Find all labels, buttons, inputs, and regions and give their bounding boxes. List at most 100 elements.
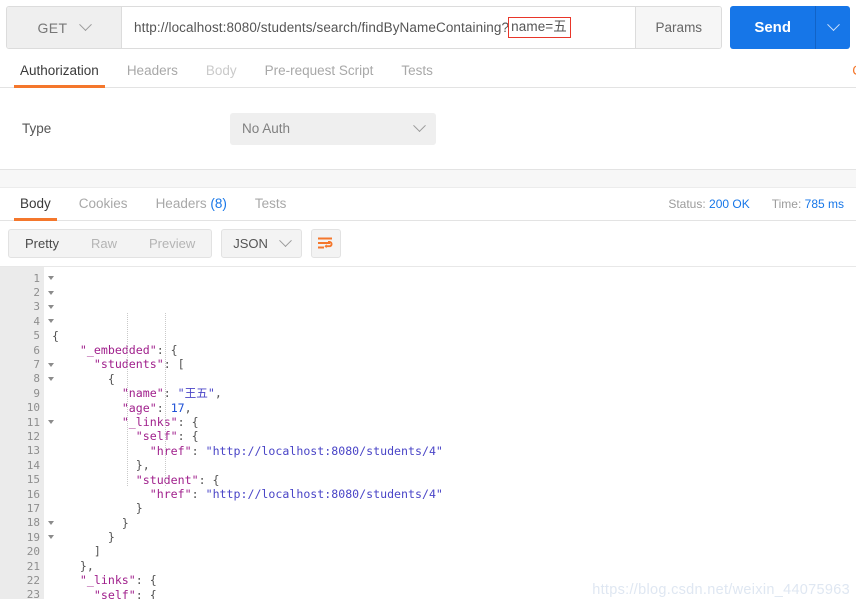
json-token-key: "_links" xyxy=(121,414,178,429)
request-tab-headers[interactable]: Headers xyxy=(113,63,192,87)
view-mode-raw[interactable]: Raw xyxy=(75,230,133,257)
line-number: 1 xyxy=(33,271,40,285)
line-number: 16 xyxy=(26,487,40,501)
indent-guide xyxy=(127,313,128,486)
url-text-prefix: http://localhost:8080/students/search/fi… xyxy=(134,20,510,35)
request-bar: GET http://localhost:8080/students/searc… xyxy=(0,0,856,55)
code-line: "self": { xyxy=(52,588,856,599)
json-token-punct: { xyxy=(52,371,115,386)
tab-label: Headers xyxy=(126,63,178,78)
view-mode-group: Pretty Raw Preview xyxy=(8,228,213,258)
gutter-line: 3 xyxy=(0,300,54,314)
tab-label: Pre-request Script xyxy=(264,63,374,78)
json-token-punct: : xyxy=(191,443,206,458)
code-link[interactable]: C xyxy=(852,63,856,78)
code-line: { xyxy=(52,329,856,343)
response-body-viewer[interactable]: 1 2 3 4 5 6 7 8 9 10 11 12 13 14 15 16 17 18 19 20 21 22 23 { … xyxy=(0,266,856,599)
request-tab-authorization[interactable]: Authorization xyxy=(6,63,113,88)
line-number: 7 xyxy=(33,358,40,372)
response-tabs: Body Cookies Headers (8) Tests Status: 200 … xyxy=(0,188,856,221)
line-number: 15 xyxy=(26,473,40,487)
request-tab-body[interactable]: Body xyxy=(192,63,251,87)
gutter-line: 2 xyxy=(0,285,54,299)
json-token-punct xyxy=(52,401,122,415)
line-number: 4 xyxy=(33,314,40,328)
request-tab-tests[interactable]: Tests xyxy=(387,63,447,87)
json-token-punct: : xyxy=(191,486,206,501)
json-token-key: "self" xyxy=(135,429,178,444)
code-line: } xyxy=(52,530,856,544)
url-input[interactable]: http://localhost:8080/students/search/fi… xyxy=(122,7,636,48)
gutter-line: 20 xyxy=(0,544,44,558)
view-mode-preview[interactable]: Preview xyxy=(133,230,211,257)
json-token-key: "href" xyxy=(149,443,192,458)
json-token-punct: : xyxy=(156,400,171,415)
response-tab-body[interactable]: Body xyxy=(6,196,65,221)
gutter-line: 10 xyxy=(0,401,44,415)
json-token-punct: : { xyxy=(177,414,199,429)
auth-type-value: No Auth xyxy=(242,121,291,136)
body-format-select[interactable]: JSON xyxy=(221,228,302,258)
status-label: Status: xyxy=(668,197,706,211)
json-token-punct xyxy=(52,357,94,371)
json-token-key: "students" xyxy=(93,357,164,372)
json-token-key: "self" xyxy=(93,587,136,599)
json-token-punct xyxy=(52,588,94,599)
url-query-highlight: name=五 xyxy=(508,16,571,39)
http-method-selector[interactable]: GET xyxy=(7,7,122,48)
json-token-punct: }, xyxy=(52,458,150,473)
tab-label: Body xyxy=(205,63,237,78)
response-tab-headers[interactable]: Headers (8) xyxy=(142,196,241,220)
json-token-punct: } xyxy=(52,515,129,530)
json-token-punct xyxy=(52,473,136,487)
gutter-line: 6 xyxy=(0,343,44,357)
line-number: 14 xyxy=(26,458,40,472)
line-number: 5 xyxy=(33,329,40,343)
json-token-punct: , xyxy=(214,386,222,401)
tab-label: Headers xyxy=(155,196,207,211)
json-token-punct xyxy=(52,343,80,357)
params-button[interactable]: Params xyxy=(635,7,722,48)
json-code-content[interactable]: { "_embedded": { "students": [ { "name":… xyxy=(44,267,856,599)
auth-type-label: Type xyxy=(22,121,52,136)
status-readout: Status: 200 OK xyxy=(668,197,749,211)
line-number: 22 xyxy=(26,573,40,587)
code-line: ] xyxy=(52,544,856,558)
response-tab-cookies[interactable]: Cookies xyxy=(65,196,142,220)
tab-label: Tests xyxy=(254,196,287,211)
code-line: "student": { xyxy=(52,473,856,487)
tab-label: Authorization xyxy=(20,63,99,78)
word-wrap-icon xyxy=(317,237,333,248)
json-token-key: "name" xyxy=(121,386,164,401)
gutter-line: 16 xyxy=(0,487,44,501)
gutter-line: 19 xyxy=(0,530,54,544)
http-method-label: GET xyxy=(37,19,68,36)
send-button[interactable]: Send xyxy=(730,6,816,49)
code-line: "_links": { xyxy=(52,573,856,587)
code-line: "students": [ xyxy=(52,357,856,371)
word-wrap-button[interactable] xyxy=(310,228,341,258)
send-options-button[interactable] xyxy=(816,6,850,49)
time-readout: Time: 785 ms xyxy=(772,197,844,211)
line-number: 20 xyxy=(26,545,40,559)
send-group: Send xyxy=(730,6,850,49)
json-token-punct: : { xyxy=(135,573,157,588)
auth-type-select[interactable]: No Auth xyxy=(230,112,436,145)
code-line: "_links": { xyxy=(52,415,856,429)
gutter-line: 1 xyxy=(0,271,54,285)
json-token-punct: ] xyxy=(52,544,101,559)
line-number: 23 xyxy=(26,588,40,599)
line-number: 13 xyxy=(26,444,40,458)
line-number: 9 xyxy=(33,386,40,400)
json-token-punct: : { xyxy=(177,429,199,444)
json-token-string: "http://localhost:8080/students/4" xyxy=(205,443,443,458)
tab-label: Tests xyxy=(401,63,433,78)
request-tab-pre-request-script[interactable]: Pre-request Script xyxy=(251,63,388,87)
code-line: "href": "http://localhost:8080/students/… xyxy=(52,444,856,458)
gutter-line: 5 xyxy=(0,329,44,343)
view-mode-pretty[interactable]: Pretty xyxy=(9,230,75,257)
response-tab-tests[interactable]: Tests xyxy=(241,196,301,220)
gutter-line: 21 xyxy=(0,559,44,573)
json-token-punct: }, xyxy=(52,558,94,573)
chevron-down-icon xyxy=(826,18,840,32)
